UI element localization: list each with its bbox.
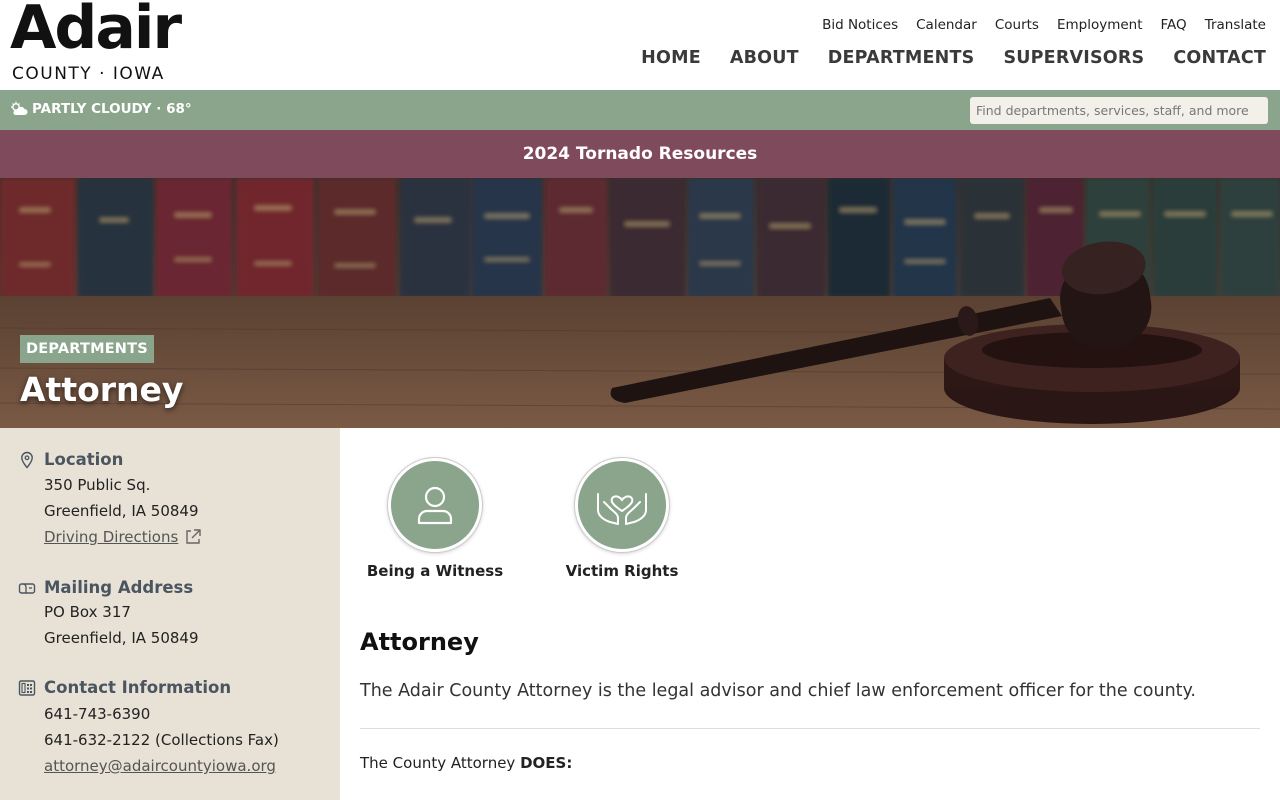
does-intro: The County Attorney DOES:: [360, 754, 572, 772]
nav-about[interactable]: ABOUT: [730, 48, 799, 68]
contact-email-link[interactable]: attorney@adaircountyiowa.org: [44, 753, 276, 779]
page-title: Attorney: [20, 370, 184, 409]
content-divider: [360, 728, 1260, 729]
mailing-po-box: PO Box 317: [44, 603, 131, 621]
util-link-courts[interactable]: Courts: [995, 17, 1039, 33]
does-bold: DOES:: [520, 754, 573, 772]
contact-section: Contact Information 641-743-6390 641-632…: [18, 678, 279, 779]
contact-sidebar: Location 350 Public Sq. Greenfield, IA 5…: [0, 428, 340, 800]
map-pin-icon: [21, 451, 33, 469]
site-search-input[interactable]: [970, 97, 1268, 124]
weather-widget: PARTLY CLOUDY · 68°: [10, 101, 192, 117]
tile-victim-rights[interactable]: Victim Rights: [537, 458, 707, 580]
main-nav: HOME ABOUT DEPARTMENTS SUPERVISORS CONTA…: [641, 48, 1266, 68]
alert-banner: 2024 Tornado Resources: [0, 130, 1280, 178]
main-content: Being a Witness Victim Rights Attorney T…: [340, 428, 1280, 800]
hands-heart-icon: [597, 493, 647, 525]
nav-departments[interactable]: DEPARTMENTS: [828, 48, 975, 68]
tile-circle: [388, 458, 482, 552]
nav-contact[interactable]: CONTACT: [1173, 48, 1266, 68]
hero-banner: DEPARTMENTS Attorney: [0, 178, 1280, 428]
util-link-faq[interactable]: FAQ: [1161, 17, 1187, 33]
logo-wordmark: Adair: [10, 0, 182, 63]
contact-phone[interactable]: 641-743-6390: [44, 701, 279, 727]
site-logo[interactable]: Adair COUNTY · IOWA: [10, 0, 210, 84]
content-heading: Attorney: [360, 628, 479, 656]
location-city: Greenfield, IA 50849: [44, 502, 199, 520]
contact-fax: 641-632-2122 (Collections Fax): [44, 731, 279, 749]
phone-icon: [18, 679, 36, 696]
does-prefix: The County Attorney: [360, 754, 521, 772]
util-link-employment[interactable]: Employment: [1057, 17, 1143, 33]
contact-heading: Contact Information: [18, 678, 279, 697]
tile-being-a-witness[interactable]: Being a Witness: [350, 458, 520, 580]
person-icon: [417, 486, 453, 525]
nav-home[interactable]: HOME: [641, 48, 701, 68]
mailing-heading: Mailing Address: [18, 578, 199, 597]
hero-image: [0, 178, 1280, 428]
mailbox-icon: [18, 582, 36, 594]
contact-heading-label: Contact Information: [44, 678, 232, 697]
utility-nav: Bid Notices Calendar Courts Employment F…: [822, 17, 1266, 33]
external-link-icon: [186, 529, 202, 544]
tile-circle: [575, 458, 669, 552]
util-link-bid-notices[interactable]: Bid Notices: [822, 17, 898, 33]
location-street: 350 Public Sq.: [44, 476, 151, 494]
logo-subtitle: COUNTY · IOWA: [12, 64, 165, 84]
alert-link[interactable]: 2024 Tornado Resources: [523, 144, 758, 164]
driving-directions-link[interactable]: Driving Directions: [44, 524, 202, 550]
site-header: Adair COUNTY · IOWA Bid Notices Calendar…: [0, 0, 1280, 90]
driving-directions-label: Driving Directions: [44, 528, 179, 546]
mailing-section: Mailing Address PO Box 317 Greenfield, I…: [18, 578, 199, 651]
weather-text: PARTLY CLOUDY · 68°: [32, 101, 192, 117]
mailing-city: Greenfield, IA 50849: [44, 629, 199, 647]
util-link-translate[interactable]: Translate: [1205, 17, 1266, 33]
location-heading-label: Location: [44, 450, 124, 469]
location-section: Location 350 Public Sq. Greenfield, IA 5…: [18, 450, 202, 550]
util-link-calendar[interactable]: Calendar: [916, 17, 977, 33]
hero-category-tag[interactable]: DEPARTMENTS: [20, 335, 154, 363]
mailing-heading-label: Mailing Address: [44, 578, 194, 597]
tile-label: Victim Rights: [565, 562, 679, 580]
partly-cloudy-icon: [11, 101, 28, 115]
location-heading: Location: [18, 450, 202, 469]
content-lead: The Adair County Attorney is the legal a…: [360, 681, 1196, 701]
weather-search-bar: PARTLY CLOUDY · 68°: [0, 90, 1280, 130]
tile-label: Being a Witness: [366, 562, 504, 580]
nav-supervisors[interactable]: SUPERVISORS: [1003, 48, 1144, 68]
